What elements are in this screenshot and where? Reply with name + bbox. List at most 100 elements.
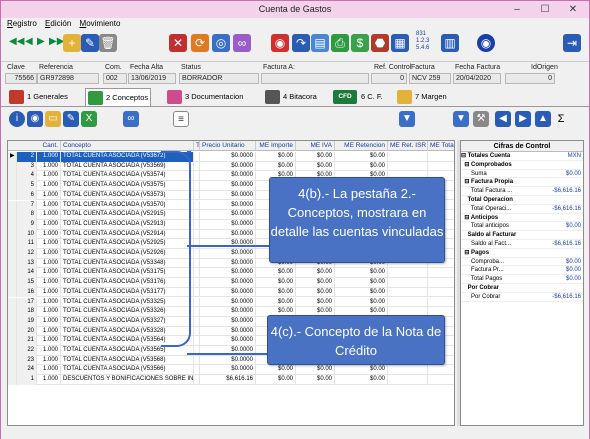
com-field[interactable]: 002 bbox=[103, 73, 127, 84]
me-retencion-cell[interactable]: $0.00 bbox=[335, 278, 388, 288]
control-line[interactable]: Saldo al Facturar bbox=[461, 231, 583, 240]
globe-icon[interactable]: ◎ bbox=[212, 34, 230, 52]
row-indicator[interactable]: ▶ bbox=[8, 152, 17, 162]
row-number[interactable]: 2 bbox=[17, 152, 37, 162]
control-line[interactable]: Total Factura ... -$6,616.16 bbox=[461, 187, 583, 196]
me-iva-cell[interactable]: $0.00 bbox=[296, 287, 335, 298]
precio-cell[interactable]: $0.0000 bbox=[200, 171, 256, 182]
row-indicator[interactable] bbox=[8, 326, 17, 337]
cant-cell[interactable]: 1.000 bbox=[37, 258, 61, 269]
tab-cfd[interactable]: CFD6 C. F. D. bbox=[331, 88, 391, 119]
control-line[interactable]: Total anticipos $0.00 bbox=[461, 222, 583, 232]
row-number[interactable]: 24 bbox=[17, 365, 37, 376]
row-indicator[interactable] bbox=[8, 346, 17, 356]
me-importe-cell[interactable]: $0.00 bbox=[256, 375, 296, 385]
cant-cell[interactable]: 1.000 bbox=[37, 171, 61, 182]
first-record-icon[interactable]: ◀◀ bbox=[9, 36, 24, 47]
delete-icon[interactable]: 🗑 bbox=[99, 34, 117, 52]
control-line[interactable]: ⊟ Factura Propia bbox=[461, 178, 583, 188]
clipboard-icon[interactable]: ▥ bbox=[441, 34, 459, 52]
precio-cell[interactable]: $0.0000 bbox=[200, 316, 256, 327]
me-total-cell[interactable] bbox=[428, 268, 454, 278]
row-number[interactable]: 18 bbox=[17, 307, 37, 317]
table-row[interactable]: 17 1.000 TOTAL CUENTA ASOCIADA (V53325) $0.… bbox=[8, 297, 454, 308]
row-indicator[interactable] bbox=[8, 249, 17, 259]
sum-icon[interactable]: Σ bbox=[553, 111, 569, 127]
row-number[interactable]: 20 bbox=[17, 326, 37, 337]
me-iva-cell[interactable]: $0.00 bbox=[296, 375, 335, 385]
cant-cell[interactable]: 1.000 bbox=[37, 375, 61, 385]
row-number[interactable]: 19 bbox=[17, 316, 37, 327]
precio-cell[interactable]: $0.0000 bbox=[200, 258, 256, 269]
precio-cell[interactable]: $0.0000 bbox=[200, 181, 256, 191]
control-line[interactable]: Factura Pr... $0.00 bbox=[461, 266, 583, 276]
move-up-icon[interactable]: ▲ bbox=[535, 111, 551, 127]
me-retencion-cell[interactable]: $0.00 bbox=[335, 365, 388, 376]
me-total-cell[interactable] bbox=[428, 288, 454, 298]
control-line[interactable]: Total Operaci... -$6,616.16 bbox=[461, 205, 583, 214]
table-row[interactable]: 14 1.000 TOTAL CUENTA ASOCIADA (V53175) $0.… bbox=[8, 268, 454, 279]
row-indicator[interactable] bbox=[8, 375, 17, 385]
print-icon[interactable]: ⎙ bbox=[331, 34, 349, 52]
document-icon[interactable]: ▤ bbox=[311, 34, 329, 52]
close-button[interactable]: ✕ bbox=[559, 1, 587, 18]
row-indicator[interactable] bbox=[8, 287, 17, 298]
tab-generales[interactable]: 1 Generales bbox=[7, 88, 69, 106]
precio-cell[interactable]: $0.0000 bbox=[200, 190, 256, 201]
row-indicator[interactable] bbox=[8, 239, 17, 249]
precio-cell[interactable]: $0.0000 bbox=[200, 336, 256, 346]
control-line[interactable]: Saldo al Fact... -$6,616.16 bbox=[461, 240, 583, 249]
maximize-button[interactable]: ☐ bbox=[531, 1, 559, 18]
control-line[interactable]: ⊟ Anticipos bbox=[461, 214, 583, 223]
cant-cell[interactable]: 1.000 bbox=[37, 278, 61, 288]
menu-edicion[interactable]: Edición bbox=[45, 19, 71, 28]
row-number[interactable]: 21 bbox=[17, 336, 37, 346]
col-precio-unitario[interactable]: Precio Unitario bbox=[200, 141, 256, 151]
precio-cell[interactable]: $6,616.16 bbox=[200, 375, 256, 385]
fecha-factura-field[interactable]: 20/04/2020 bbox=[453, 73, 501, 84]
precio-cell[interactable]: $0.0000 bbox=[200, 210, 256, 220]
me-iva-cell[interactable]: $0.00 bbox=[296, 161, 335, 172]
concepto-cell[interactable]: TOTAL CUENTA ASOCIADA (V53565) bbox=[61, 346, 194, 356]
row-number[interactable]: 14 bbox=[17, 268, 37, 279]
table-row[interactable]: 3 1.000 TOTAL CUENTA ASOCIADA (V53569) $0.0… bbox=[8, 161, 454, 172]
table-row[interactable]: 24 1.000 TOTAL CUENTA ASOCIADA (V53566) $0.… bbox=[8, 365, 454, 376]
cancel-icon[interactable]: ✕ bbox=[169, 34, 187, 52]
me-retencion-cell[interactable]: $0.00 bbox=[335, 161, 388, 172]
me-importe-cell[interactable]: $0.00 bbox=[256, 152, 296, 162]
money-icon[interactable]: $ bbox=[351, 34, 369, 52]
status-field[interactable]: BORRADOR bbox=[179, 73, 259, 84]
row-indicator[interactable] bbox=[8, 219, 17, 230]
tab-bitacora[interactable]: 4 Bitacora bbox=[263, 88, 319, 106]
row-number[interactable]: 13 bbox=[17, 258, 37, 269]
row-number[interactable]: 17 bbox=[17, 297, 37, 308]
row-number[interactable]: 23 bbox=[17, 355, 37, 366]
me-importe-cell[interactable]: $0.00 bbox=[256, 297, 296, 308]
me-total-cell[interactable] bbox=[428, 298, 454, 308]
row-indicator[interactable] bbox=[8, 307, 17, 317]
precio-cell[interactable]: $0.0000 bbox=[200, 268, 256, 279]
row-number[interactable]: 16 bbox=[17, 287, 37, 298]
me-ret-isr-cell[interactable] bbox=[388, 287, 428, 298]
refresh-icon[interactable]: ⟳ bbox=[191, 34, 209, 52]
referencia-field[interactable]: GR972898 bbox=[37, 73, 99, 84]
row-indicator[interactable] bbox=[8, 171, 17, 182]
cant-cell[interactable]: 1.000 bbox=[37, 219, 61, 230]
row-indicator[interactable] bbox=[8, 258, 17, 269]
me-total-cell[interactable] bbox=[428, 162, 454, 172]
row-number[interactable]: 7 bbox=[17, 200, 37, 211]
move-left-icon[interactable]: ◀ bbox=[495, 111, 511, 127]
cant-cell[interactable]: 1.000 bbox=[37, 249, 61, 259]
camera-icon[interactable]: ◉ bbox=[271, 34, 289, 52]
me-iva-cell[interactable]: $0.00 bbox=[296, 152, 335, 162]
cant-cell[interactable]: 1.000 bbox=[37, 200, 61, 211]
control-line[interactable]: Por Cobrar -$6,616.16 bbox=[461, 293, 583, 302]
precio-cell[interactable]: $0.0000 bbox=[200, 152, 256, 162]
precio-cell[interactable]: $0.0000 bbox=[200, 365, 256, 376]
next-record-icon[interactable]: ▶ bbox=[37, 36, 45, 47]
filter-icon[interactable]: ▼ bbox=[399, 111, 415, 127]
edit-row-icon[interactable]: ✎ bbox=[63, 111, 79, 127]
tab-margen[interactable]: 7 Margen bbox=[395, 88, 449, 106]
cant-cell[interactable]: 1.000 bbox=[37, 346, 61, 356]
control-line[interactable]: ⊟ Pagos bbox=[461, 249, 583, 258]
